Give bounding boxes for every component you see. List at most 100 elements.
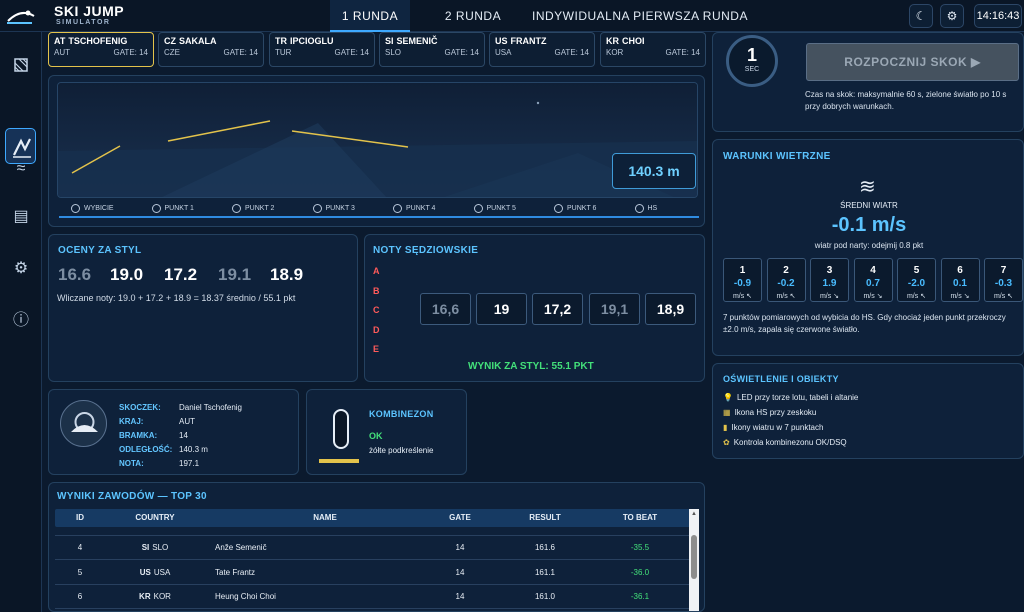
hill-grid-icon[interactable] — [8, 52, 34, 78]
jumper-detail-value: AUT — [179, 417, 195, 426]
results-panel: WYNIKI ZAWODÓW — TOP 30 ID COUNTRY NAME … — [48, 482, 705, 612]
jumper-code: AT — [54, 36, 66, 46]
list-icon[interactable]: ▤ — [8, 204, 34, 230]
jumper-detail-value: 14 — [179, 431, 188, 440]
lighting-item-icon: ▦ — [723, 408, 731, 417]
row-gate: 14 — [455, 543, 465, 552]
point-toggle[interactable]: PUNKT 4 — [393, 204, 435, 213]
row-country-name: SLO — [152, 543, 169, 552]
jumper-card[interactable]: SI SEMENIČ SLO GATE: 14 — [379, 32, 485, 67]
point-toggle[interactable]: WYBICIE — [71, 204, 114, 213]
point-toggle[interactable]: PUNKT 3 — [312, 204, 355, 213]
table-row[interactable]: 5 US USA Tate Frantz 14 161.1 -36.0 — [55, 561, 691, 585]
jumper-detail-value: Daniel Tschofenig — [179, 403, 243, 412]
jumper-card-gate: GATE: 14 — [665, 48, 700, 57]
wind-point-unit: m/s ↖ — [993, 293, 1014, 300]
jumper-surname: CHOI — [622, 36, 645, 46]
results-scrollbar[interactable]: ▲ — [689, 509, 699, 611]
lighting-item-text: Kontrola kombinezonu OK/DSQ — [733, 438, 847, 447]
jumper-card[interactable]: AT TSCHOFENIG AUT GATE: 14 — [48, 32, 154, 67]
tab-round-2[interactable]: 2 RUNDA — [438, 0, 508, 32]
jumper-card[interactable]: KR CHOI KOR GATE: 14 — [600, 32, 706, 67]
point-label: PUNKT 5 — [486, 205, 516, 212]
jumper-card[interactable]: CZ SAKALA CZE GATE: 14 — [158, 32, 264, 67]
jumper-card-country: CZE — [164, 48, 180, 57]
settings-icon[interactable]: ⚙ — [8, 256, 34, 282]
wind-point: 3 1.9 m/s ↘ — [810, 258, 849, 302]
judge-note-input[interactable]: 18,9 — [645, 293, 696, 325]
wind-point-number: 4 — [870, 265, 876, 276]
jumper-surname: TSCHOFENIG — [68, 36, 128, 46]
point-toggle[interactable]: HS — [634, 204, 658, 213]
row-country: KR KOR — [115, 585, 195, 609]
jumper-card-gate: GATE: 14 — [334, 48, 369, 57]
jumper-surname: SEMENIČ — [396, 36, 438, 46]
table-row-partial — [55, 527, 691, 536]
hill-panel: 140.3 m WYBICIE PUNKT 1 PUNKT 2 PUNKT 3 PUNK… — [48, 75, 705, 227]
start-info: Czas na skok: maksymalnie 60 s, zielone … — [805, 90, 1007, 111]
wind-point-value: -2.0 — [907, 278, 926, 289]
wind-point: 7 -0.3 m/s ↖ — [984, 258, 1023, 302]
suit-underline — [319, 459, 359, 463]
info-icon[interactable]: ⓘ — [8, 308, 34, 334]
point-toggle[interactable]: PUNKT 5 — [473, 204, 516, 213]
lighting-item: ▦ Ikona HS przy zeskoku — [723, 408, 816, 417]
lighting-item-text: LED przy torze lotu, tabeli i altanie — [736, 393, 859, 402]
jumper-card[interactable]: TR IPCIOGLU TUR GATE: 14 — [269, 32, 375, 67]
sidebar: ≈ ▤ ⚙ ⓘ — [0, 32, 42, 612]
row-to-beat: -35.5 — [630, 543, 650, 552]
countdown-timer: 1 SEC — [726, 35, 778, 87]
wind-point-unit: m/s ↘ — [950, 293, 970, 300]
hill-view: 140.3 m — [57, 82, 698, 198]
wind-info: 7 punktów pomiarowych od wybicia do HS. … — [723, 313, 1006, 334]
wind-point-value: -0.9 — [733, 278, 752, 289]
judge-note-input[interactable]: 19,1 — [589, 293, 640, 325]
row-country: SI SLO — [115, 536, 195, 560]
style-result: WYNIK ZA STYL: 55.1 PKT — [468, 361, 594, 372]
point-toggle[interactable]: PUNKT 1 — [151, 204, 194, 213]
start-jump-button[interactable]: ROZPOCZNIJ SKOK ▶ — [806, 43, 1019, 81]
judge-note-input[interactable]: 17,2 — [532, 293, 583, 325]
radio-icon — [554, 204, 563, 213]
jumper-card-name: KR CHOI — [606, 36, 645, 46]
row-to-beat: -36.1 — [630, 592, 650, 601]
suit-title: KOMBINEZON — [369, 409, 434, 419]
theme-toggle-button[interactable]: ☾ — [909, 4, 933, 28]
jumper-card-gate: GATE: 14 — [554, 48, 589, 57]
jumper-detail-label: ODLEGŁOŚĆ: — [119, 445, 173, 454]
scroll-up-icon[interactable]: ▲ — [691, 511, 697, 517]
jumper-card-name: TR IPCIOGLU — [275, 36, 334, 46]
wind-point-number: 1 — [739, 265, 746, 276]
style-title: OCENY ZA STYL — [58, 245, 142, 256]
tab-individual-first-round[interactable]: INDYWIDUALNA PIERWSZA RUNDA — [525, 0, 755, 32]
point-label: PUNKT 1 — [164, 205, 194, 212]
point-toggle[interactable]: PUNKT 2 — [232, 204, 274, 213]
judge-note-input[interactable]: 19 — [476, 293, 527, 325]
scrollbar-thumb[interactable] — [691, 535, 697, 579]
judge-letter: C — [373, 305, 380, 315]
lighting-panel: OŚWIETLENIE I OBIEKTY 💡 LED przy torze lo… — [712, 363, 1024, 459]
radio-icon — [393, 204, 402, 213]
wind-title: WARUNKI WIETRZNE — [723, 151, 831, 162]
table-row[interactable]: 4 SI SLO Anže Semenič 14 161.6 -35.5 — [55, 536, 691, 560]
wind-point: 5 -2.0 m/s ↖ — [897, 258, 936, 302]
hill-progress-line — [59, 216, 699, 218]
row-result: 161.1 — [534, 567, 556, 577]
point-label: HS — [647, 205, 658, 212]
wind-icon[interactable]: ≈ — [8, 156, 34, 182]
table-row[interactable]: 6 KR KOR Heung Choi Choi 14 161.0 -36.1 — [55, 585, 691, 609]
judge-note-input[interactable]: 16,6 — [420, 293, 471, 325]
tab-round-1[interactable]: 1 RUNDA — [330, 0, 410, 32]
point-toggle[interactable]: PUNKT 6 — [554, 204, 596, 213]
suit-status: OK — [369, 431, 383, 441]
style-calculation: Wliczane noty: 19.0 + 17.2 + 18.9 = 18.3… — [57, 293, 296, 303]
settings-button[interactable]: ⚙ — [940, 4, 964, 28]
jumper-card[interactable]: US FRANTZ USA GATE: 14 — [489, 32, 595, 67]
jumper-detail-label: SKOCZEK: — [119, 403, 161, 412]
row-country-name: USA — [153, 567, 171, 577]
judge-letter: D — [373, 324, 380, 335]
col-gate: GATE — [449, 513, 471, 522]
timer-value: 1 — [746, 45, 757, 65]
jumper-card-gate: GATE: 14 — [113, 48, 148, 57]
jumper-code: SI — [385, 36, 394, 46]
